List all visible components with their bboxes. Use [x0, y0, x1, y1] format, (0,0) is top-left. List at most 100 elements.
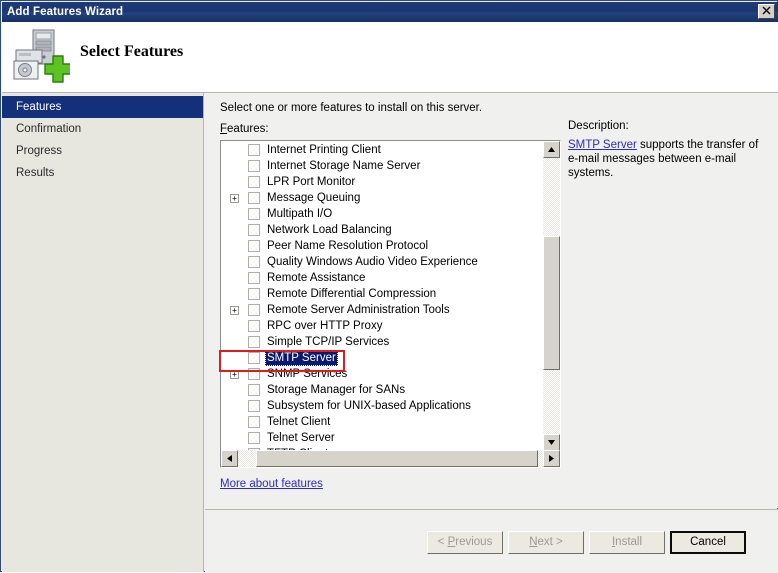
sidebar-item-label: Features [16, 101, 62, 113]
feature-row[interactable]: RPC over HTTP Proxy [221, 318, 543, 334]
feature-label: Remote Server Administration Tools [267, 304, 450, 316]
previous-button[interactable]: < Previous [427, 531, 503, 554]
feature-row[interactable]: Multipath I/O [221, 206, 543, 222]
sidebar-item-confirmation[interactable]: Confirmation [2, 118, 203, 140]
feature-checkbox[interactable] [248, 224, 260, 236]
close-icon[interactable] [758, 4, 775, 19]
feature-row[interactable]: + SNMP Services [221, 366, 543, 382]
expand-plus-icon[interactable]: + [230, 370, 239, 379]
feature-row[interactable]: Simple TCP/IP Services [221, 334, 543, 350]
instruction-text: Select one or more features to install o… [220, 102, 483, 114]
feature-checkbox[interactable] [248, 176, 260, 188]
feature-label: Storage Manager for SANs [267, 384, 406, 396]
feature-label: Multipath I/O [267, 208, 333, 220]
feature-checkbox[interactable] [248, 304, 260, 316]
scroll-right-icon[interactable] [543, 450, 560, 467]
feature-label: RPC over HTTP Proxy [267, 320, 383, 332]
feature-row[interactable]: Storage Manager for SANs [221, 382, 543, 398]
feature-row[interactable]: SMTP Server [221, 350, 543, 366]
next-button[interactable]: Next > [508, 531, 584, 554]
sidebar-item-label: Results [16, 167, 55, 179]
feature-label: SNMP Services [267, 368, 348, 380]
features-list-label: Features: [220, 123, 269, 135]
feature-checkbox[interactable] [248, 144, 260, 156]
server-add-icon [12, 28, 72, 84]
scroll-left-icon[interactable] [221, 450, 238, 467]
feature-row[interactable]: Peer Name Resolution Protocol [221, 238, 543, 254]
feature-checkbox[interactable] [248, 432, 260, 444]
feature-checkbox[interactable] [248, 272, 260, 284]
feature-row[interactable]: Remote Assistance [221, 270, 543, 286]
feature-checkbox[interactable] [248, 240, 260, 252]
feature-label: LPR Port Monitor [267, 176, 356, 188]
expand-plus-icon[interactable]: + [230, 306, 239, 315]
feature-row[interactable]: + Remote Server Administration Tools [221, 302, 543, 318]
feature-row[interactable]: Telnet Client [221, 414, 543, 430]
feature-row[interactable]: LPR Port Monitor [221, 174, 543, 190]
feature-checkbox[interactable] [248, 416, 260, 428]
feature-row[interactable]: Subsystem for UNIX-based Applications [221, 398, 543, 414]
page-title: Select Features [80, 43, 184, 60]
window-title: Add Features Wizard [7, 6, 124, 18]
feature-row[interactable]: Quality Windows Audio Video Experience [221, 254, 543, 270]
feature-label: Telnet Server [267, 432, 335, 444]
feature-label: Internet Printing Client [267, 144, 381, 156]
feature-checkbox[interactable] [248, 320, 260, 332]
content-panel: Select one or more features to install o… [205, 93, 778, 508]
features-listbox[interactable]: Internet Printing Client Internet Storage… [220, 140, 561, 468]
add-features-wizard-window: Add Features Wizard Select Features Feat… [0, 0, 778, 573]
sidebar-item-progress[interactable]: Progress [2, 140, 203, 162]
feature-label: Network Load Balancing [267, 224, 392, 236]
feature-row[interactable]: Telnet Server [221, 430, 543, 446]
smtp-server-link[interactable]: SMTP Server [568, 139, 637, 151]
cancel-button[interactable]: Cancel [670, 531, 746, 554]
feature-checkbox[interactable] [248, 192, 260, 204]
feature-label: Quality Windows Audio Video Experience [267, 256, 478, 268]
wizard-steps-sidebar: Features Confirmation Progress Results [2, 93, 204, 572]
feature-checkbox[interactable] [248, 384, 260, 396]
horizontal-scrollbar[interactable] [221, 450, 560, 467]
install-button[interactable]: Install [589, 531, 665, 554]
feature-label: SMTP Server [265, 350, 338, 366]
feature-checkbox[interactable] [248, 256, 260, 268]
footer-button-bar: < Previous Next > Install Cancel [205, 509, 778, 573]
feature-row[interactable]: Network Load Balancing [221, 222, 543, 238]
horizontal-scroll-thumb[interactable] [256, 450, 538, 467]
description-heading: Description: [568, 120, 629, 132]
vertical-scroll-track[interactable] [543, 158, 560, 434]
feature-label: Simple TCP/IP Services [267, 336, 390, 348]
feature-row[interactable]: + Message Queuing [221, 190, 543, 206]
scroll-down-icon[interactable] [543, 434, 560, 451]
feature-label: Peer Name Resolution Protocol [267, 240, 429, 252]
horizontal-scroll-track[interactable] [238, 450, 543, 467]
feature-checkbox[interactable] [248, 352, 260, 364]
feature-label: Subsystem for UNIX-based Applications [267, 400, 471, 412]
feature-checkbox[interactable] [248, 160, 260, 172]
vertical-scrollbar[interactable] [543, 141, 560, 451]
more-about-features-link[interactable]: More about features [220, 478, 323, 490]
wizard-header: Select Features [2, 22, 778, 93]
feature-checkbox[interactable] [248, 400, 260, 412]
feature-label: Telnet Client [267, 416, 331, 428]
feature-row[interactable]: Internet Storage Name Server [221, 158, 543, 174]
feature-checkbox[interactable] [248, 288, 260, 300]
feature-label: Remote Differential Compression [267, 288, 437, 300]
sidebar-item-results[interactable]: Results [2, 162, 203, 184]
feature-row[interactable]: Remote Differential Compression [221, 286, 543, 302]
description-text: SMTP Server supports the transfer of e-m… [568, 138, 768, 180]
vertical-scroll-thumb[interactable] [543, 236, 560, 370]
feature-checkbox[interactable] [248, 368, 260, 380]
feature-row[interactable]: Internet Printing Client [221, 142, 543, 158]
scroll-up-icon[interactable] [543, 141, 560, 158]
title-bar: Add Features Wizard [2, 2, 778, 22]
feature-label: Remote Assistance [267, 272, 366, 284]
feature-checkbox[interactable] [248, 336, 260, 348]
features-list-rows: Internet Printing Client Internet Storage… [221, 142, 543, 452]
expand-plus-icon[interactable]: + [230, 194, 239, 203]
feature-label: Internet Storage Name Server [267, 160, 421, 172]
sidebar-item-features[interactable]: Features [2, 96, 203, 118]
sidebar-item-label: Confirmation [16, 123, 82, 135]
sidebar-item-label: Progress [16, 145, 63, 157]
feature-label: Message Queuing [267, 192, 361, 204]
feature-checkbox[interactable] [248, 208, 260, 220]
